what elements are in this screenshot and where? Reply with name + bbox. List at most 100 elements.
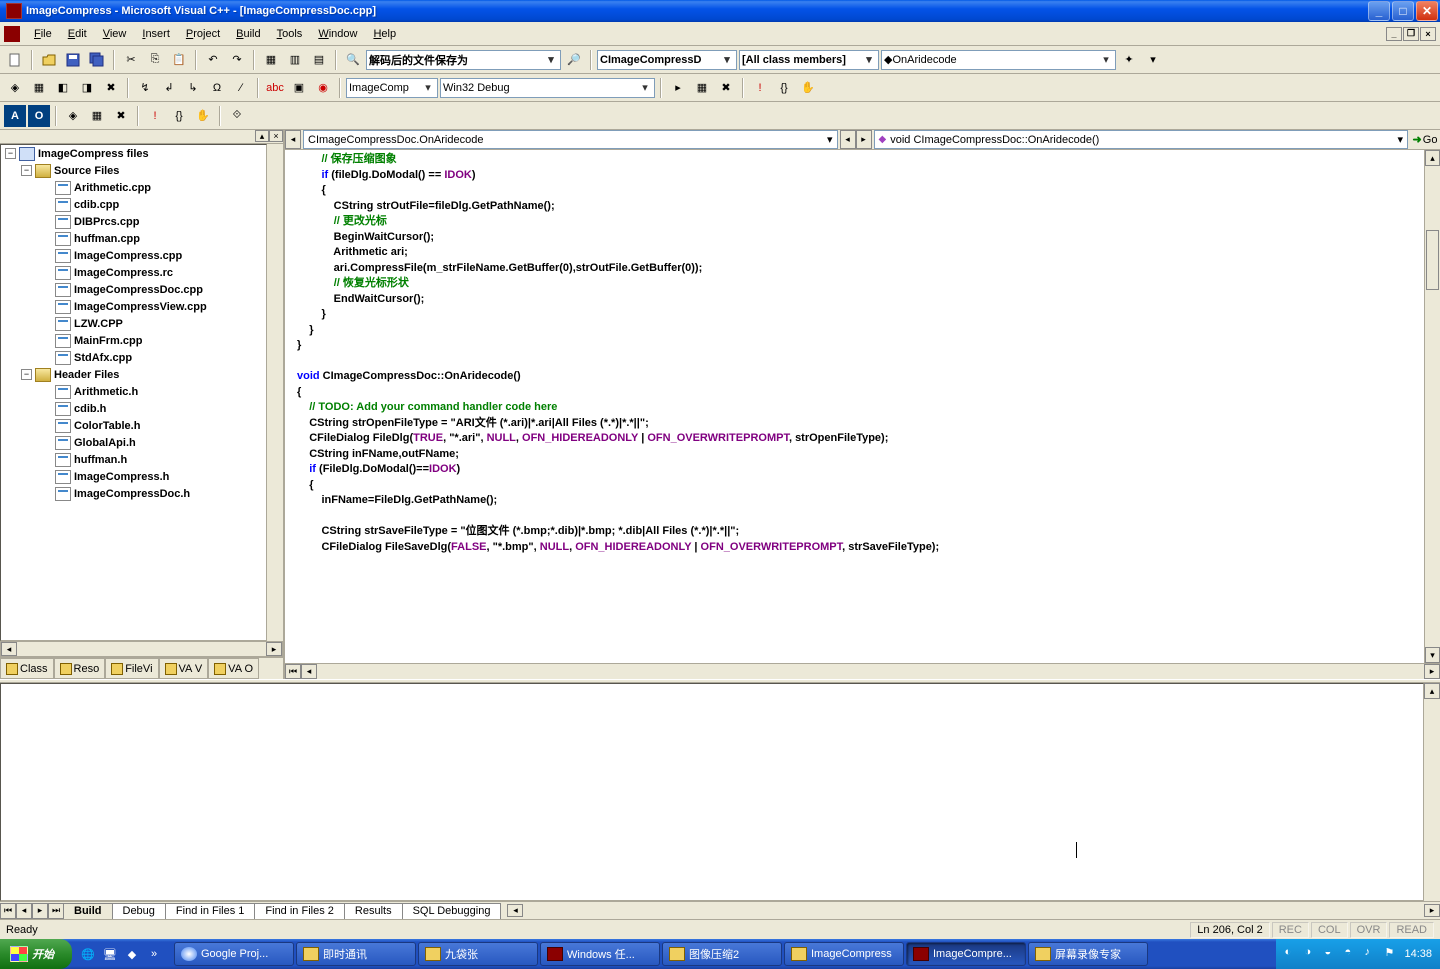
tree-node[interactable]: huffman.cpp bbox=[1, 230, 266, 247]
function-combo[interactable]: ◆OnAridecode▾ bbox=[881, 50, 1116, 70]
tree-hscroll[interactable]: ◂ ▸ bbox=[0, 641, 283, 657]
out-vscroll-up[interactable]: ▴ bbox=[1424, 683, 1440, 699]
tree-node[interactable]: cdib.h bbox=[1, 400, 266, 417]
find-combo[interactable]: 解码后的文件保存为▾ bbox=[366, 50, 561, 70]
menu-window[interactable]: Window bbox=[310, 26, 365, 42]
tree-node[interactable]: ImageCompress.h bbox=[1, 468, 266, 485]
tb3-btn5[interactable]: {} bbox=[168, 105, 190, 127]
nav-prev[interactable]: ◂ bbox=[840, 130, 856, 149]
compile-button[interactable]: ◈ bbox=[4, 77, 26, 99]
stop-build-button[interactable]: ✖ bbox=[100, 77, 122, 99]
step-over-button[interactable]: ✋ bbox=[797, 77, 819, 99]
output-tab[interactable]: Find in Files 2 bbox=[255, 903, 344, 919]
tb2-btn4[interactable]: ◨ bbox=[76, 77, 98, 99]
tree-node[interactable]: GlobalApi.h bbox=[1, 434, 266, 451]
menu-build[interactable]: Build bbox=[228, 26, 268, 42]
function-nav-combo[interactable]: ◆void CImageCompressDoc::OnAridecode()▾ bbox=[874, 130, 1409, 149]
output-button[interactable]: ▥ bbox=[284, 49, 306, 71]
close-button[interactable]: ✕ bbox=[1416, 1, 1438, 21]
tb3-a[interactable]: A bbox=[4, 105, 26, 127]
tb2-btn10[interactable]: ∕ bbox=[230, 77, 252, 99]
vscroll-thumb[interactable] bbox=[1426, 230, 1439, 290]
class-combo[interactable]: CImageCompressD▾ bbox=[597, 50, 737, 70]
out-tab-prev[interactable]: ◂ bbox=[16, 903, 32, 919]
find-in-files-button[interactable]: 🔍 bbox=[342, 49, 364, 71]
out-tab-last[interactable]: ⏭ bbox=[48, 903, 64, 919]
tray-icon-1[interactable]: ◐ bbox=[1284, 946, 1300, 962]
tb2-btn9[interactable]: Ω bbox=[206, 77, 228, 99]
break-button[interactable]: ✖ bbox=[715, 77, 737, 99]
file-tree[interactable]: −ImageCompress files−Source FilesArithme… bbox=[0, 144, 267, 641]
start-button[interactable]: 开始 bbox=[0, 939, 72, 969]
menu-insert[interactable]: Insert bbox=[134, 26, 178, 42]
hscroll-right-icon[interactable]: ▸ bbox=[1424, 664, 1440, 679]
taskbar-item[interactable]: 图像压缩2 bbox=[662, 942, 782, 966]
output-text[interactable] bbox=[0, 683, 1424, 901]
taskbar-item[interactable]: 屏幕录像专家 bbox=[1028, 942, 1148, 966]
tb2-btn8[interactable]: ↳ bbox=[182, 77, 204, 99]
breakpoint-button[interactable]: ! bbox=[749, 77, 771, 99]
tb3-btn7[interactable]: ⟐ bbox=[226, 105, 248, 127]
out-hscroll-left[interactable]: ◂ bbox=[507, 904, 523, 917]
hscroll-far-left[interactable]: ⏮ bbox=[285, 664, 301, 679]
tree-vscroll[interactable] bbox=[267, 144, 283, 641]
tb2-btn7[interactable]: ↲ bbox=[158, 77, 180, 99]
ql-desktop-icon[interactable]: 🖥 bbox=[100, 943, 120, 965]
vscroll-up-icon[interactable]: ▴ bbox=[1425, 150, 1440, 166]
redo-button[interactable]: ↷ bbox=[226, 49, 248, 71]
editor-hscroll[interactable]: ⏮ ◂ ▸ bbox=[285, 663, 1440, 679]
mdi-minimize[interactable]: _ bbox=[1386, 27, 1402, 41]
output-vscroll[interactable]: ▴ bbox=[1424, 683, 1440, 901]
taskbar-item[interactable]: Google Proj... bbox=[174, 942, 294, 966]
tb3-btn1[interactable]: ◈ bbox=[62, 105, 84, 127]
project-combo[interactable]: ImageComp▾ bbox=[346, 78, 438, 98]
tree-node[interactable]: cdib.cpp bbox=[1, 196, 266, 213]
editor-vscroll[interactable]: ▴ ▾ bbox=[1424, 150, 1440, 663]
tb2-btn13[interactable]: ◉ bbox=[312, 77, 334, 99]
new-button[interactable] bbox=[4, 49, 26, 71]
vscroll-down-icon[interactable]: ▾ bbox=[1425, 647, 1440, 663]
tree-node[interactable]: ImageCompressDoc.cpp bbox=[1, 281, 266, 298]
tree-node[interactable]: −Header Files bbox=[1, 366, 266, 383]
hscroll-left-icon[interactable]: ◂ bbox=[301, 664, 317, 679]
find-button[interactable]: 🔎 bbox=[563, 49, 585, 71]
build-button[interactable]: ▦ bbox=[28, 77, 50, 99]
workspace-button[interactable]: ▦ bbox=[260, 49, 282, 71]
tb2-btn12[interactable]: ▣ bbox=[288, 77, 310, 99]
cut-button[interactable]: ✂ bbox=[120, 49, 142, 71]
tb3-btn2[interactable]: ▦ bbox=[86, 105, 108, 127]
menu-project[interactable]: Project bbox=[178, 26, 228, 42]
workspace-tab[interactable]: Reso bbox=[54, 658, 106, 679]
tb2-btn6[interactable]: ↯ bbox=[134, 77, 156, 99]
ql-more-icon[interactable]: » bbox=[144, 943, 164, 965]
undo-button[interactable]: ↶ bbox=[202, 49, 224, 71]
mdi-restore[interactable]: ❐ bbox=[1403, 27, 1419, 41]
tree-node[interactable]: StdAfx.cpp bbox=[1, 349, 266, 366]
output-tab[interactable]: SQL Debugging bbox=[403, 903, 502, 919]
tree-hscroll-right[interactable]: ▸ bbox=[266, 642, 282, 656]
dropdown-button[interactable]: ▾ bbox=[1142, 49, 1164, 71]
tree-node[interactable]: Arithmetic.h bbox=[1, 383, 266, 400]
tb3-o[interactable]: O bbox=[28, 105, 50, 127]
copy-button[interactable]: ⎘ bbox=[144, 49, 166, 71]
wizard-button[interactable]: ✦ bbox=[1118, 49, 1140, 71]
tree-node[interactable]: ImageCompressDoc.h bbox=[1, 485, 266, 502]
tray-icon-4[interactable]: ◓ bbox=[1344, 946, 1360, 962]
paste-button[interactable]: 📋 bbox=[168, 49, 190, 71]
go-button[interactable]: ▦ bbox=[691, 77, 713, 99]
tree-node[interactable]: Arithmetic.cpp bbox=[1, 179, 266, 196]
taskbar-item[interactable]: 即时通讯 bbox=[296, 942, 416, 966]
menu-edit[interactable]: Edit bbox=[60, 26, 95, 42]
members-combo[interactable]: [All class members]▾ bbox=[739, 50, 879, 70]
tree-node[interactable]: MainFrm.cpp bbox=[1, 332, 266, 349]
execute-button[interactable]: ▸ bbox=[667, 77, 689, 99]
config-combo[interactable]: Win32 Debug▾ bbox=[440, 78, 655, 98]
ql-ie-icon[interactable]: 🌐 bbox=[78, 943, 98, 965]
taskbar-item[interactable]: 九袋张 bbox=[418, 942, 538, 966]
go-button-nav[interactable]: ➜Go bbox=[1410, 130, 1440, 149]
menu-help[interactable]: Help bbox=[365, 26, 404, 42]
ql-app-icon[interactable]: ◆ bbox=[122, 943, 142, 965]
minimize-button[interactable]: _ bbox=[1368, 1, 1390, 21]
maximize-button[interactable]: □ bbox=[1392, 1, 1414, 21]
workspace-tab[interactable]: VA O bbox=[208, 658, 259, 679]
